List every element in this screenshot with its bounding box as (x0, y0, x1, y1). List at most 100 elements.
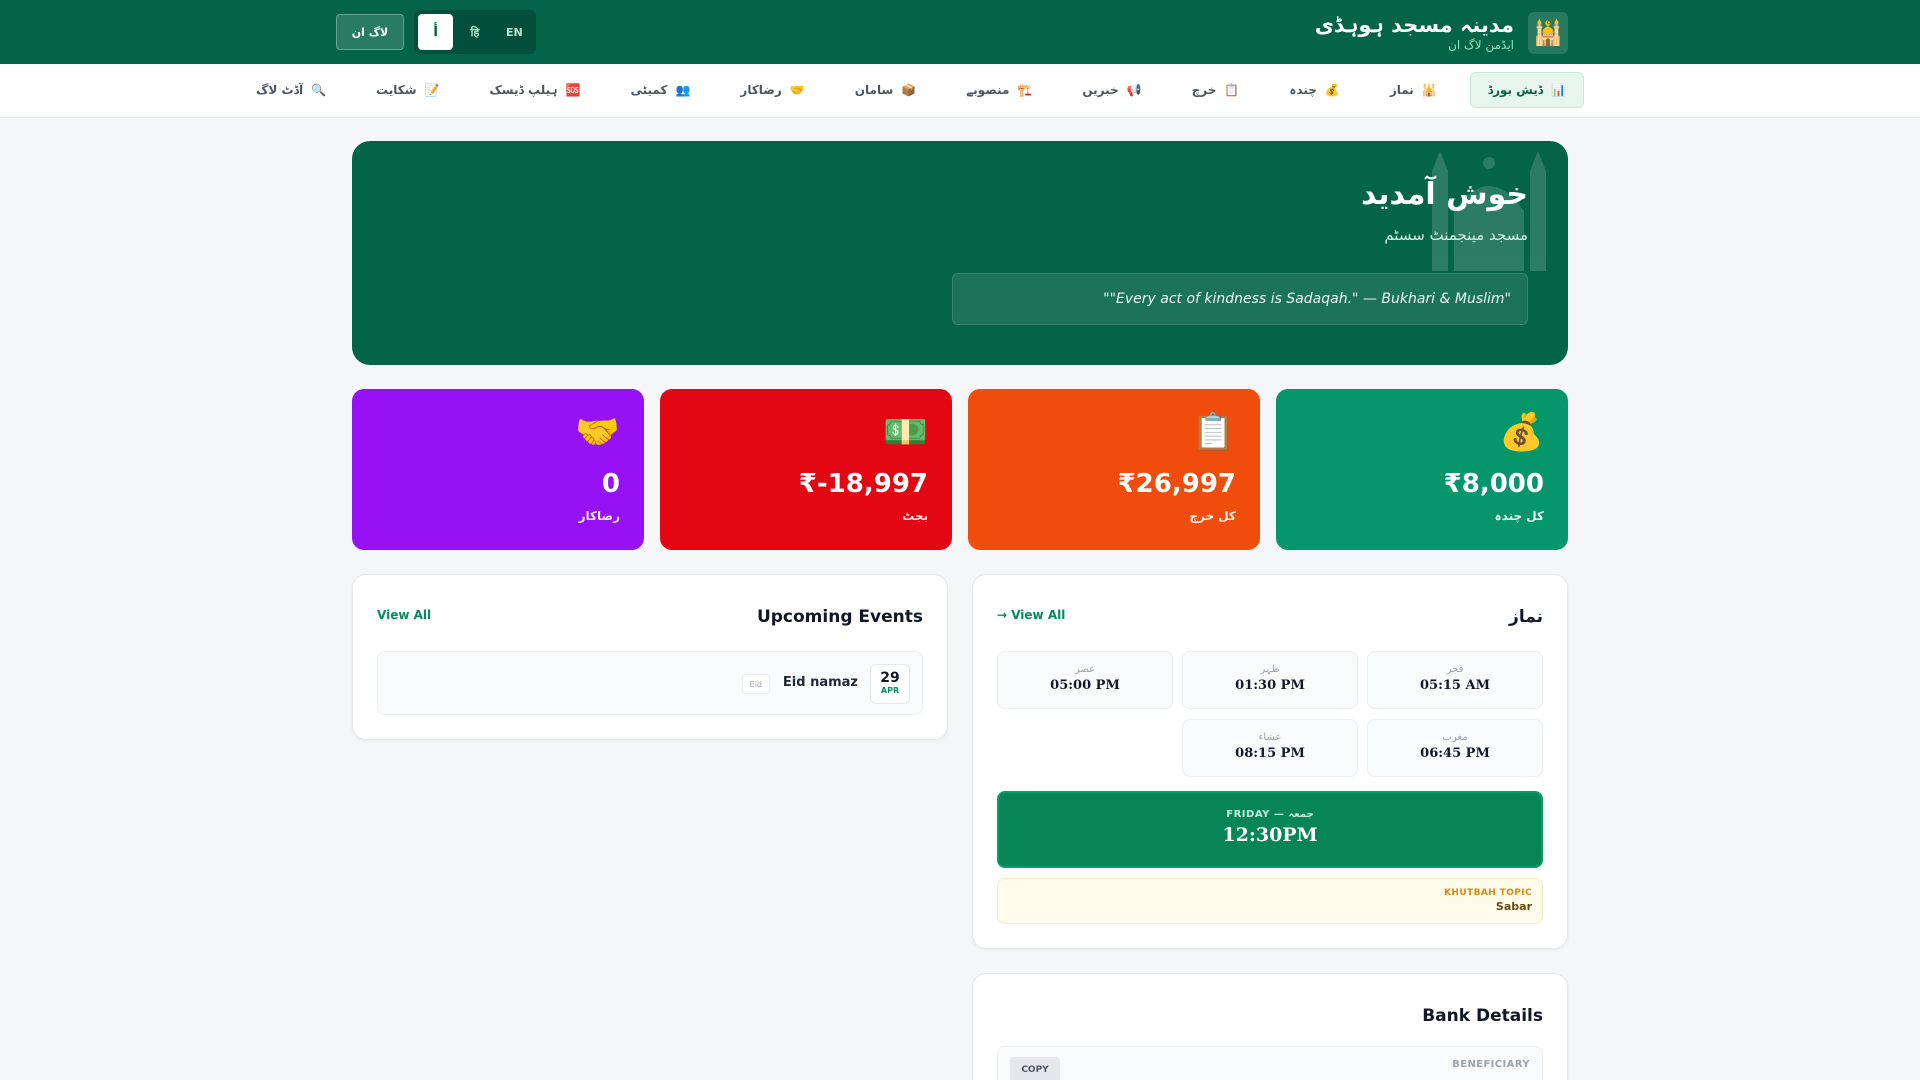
panel-title: نماز (1509, 607, 1543, 627)
stat-value: ₹26,997 (1117, 469, 1236, 499)
panel-title: Upcoming Events (756, 607, 923, 627)
clipboard-icon: 📋 (1191, 412, 1236, 453)
friday-prayer-box: FRIDAY — جمعہ 12:30PM (997, 791, 1543, 868)
nav-item-label: منصوبے (966, 83, 1010, 97)
prayer-time: 05:00 PM (1050, 678, 1120, 693)
magnifier-icon: 🔍 (311, 83, 327, 97)
event-name: Eid namaz (782, 675, 858, 690)
bank-details-panel: Bank Details BENEFICIARY COPY (972, 973, 1568, 1080)
friday-time: 12:30PM (1222, 824, 1318, 846)
bank-beneficiary-row: BENEFICIARY COPY (997, 1046, 1543, 1080)
people-icon: 👥 (675, 83, 691, 97)
prayer-time: 08:15 PM (1235, 746, 1305, 761)
stat-card-total-donation[interactable]: 💰 ₹8,000 کل چندہ (1276, 389, 1568, 550)
main-nav: 📊 ڈیش بورڈ 🕌 نماز 💰 چندہ 📋 خرچ 📢 خبریں 🏗️ منصو… (0, 64, 1920, 118)
lang-urdu-button[interactable]: أ (418, 14, 454, 50)
nav-item-prayer[interactable]: 🕌 نماز (1373, 72, 1454, 108)
stat-label: بجٹ (902, 509, 928, 523)
money-bag-icon: 💰 (1499, 412, 1544, 453)
nav-item-projects[interactable]: 🏗️ منصوبے (949, 72, 1049, 108)
nav-item-expense[interactable]: 📋 خرچ (1175, 72, 1257, 108)
events-view-all-link[interactable]: View All (377, 608, 431, 622)
panel-title: Bank Details (1422, 1006, 1543, 1026)
prayer-time: 01:30 PM (1235, 678, 1305, 693)
mosque-icon: 🕌 (1421, 83, 1437, 97)
nav-item-news[interactable]: 📢 خبریں (1065, 72, 1158, 108)
nav-item-helpdesk[interactable]: 🆘 ہیلپ ڈیسک (472, 72, 597, 108)
mosque-icon: 🕌 (1528, 12, 1568, 54)
khutbah-topic-box: KHUTBAH TOPIC Sabar (997, 878, 1543, 924)
welcome-title: خوش آمدید (1360, 177, 1528, 212)
welcome-subtitle: مسجد مینجمنٹ سسٹم (1384, 226, 1528, 244)
stat-value: ₹-18,997 (798, 469, 928, 499)
sos-icon: 🆘 (565, 83, 581, 97)
prayer-tile-zuhr: ظہر 01:30 PM (1182, 651, 1358, 709)
nav-item-audit-log[interactable]: 🔍 آڈٹ لاگ (239, 72, 343, 108)
construction-icon: 🏗️ (1017, 83, 1033, 97)
nav-item-label: چندہ (1289, 83, 1317, 97)
stat-label: کل چندہ (1494, 509, 1544, 523)
khutbah-label: KHUTBAH TOPIC (1444, 888, 1532, 898)
banknote-icon: 💵 (883, 412, 928, 453)
language-switcher: أ हि EN (414, 10, 536, 54)
package-icon: 📦 (901, 83, 917, 97)
friday-label: FRIDAY — جمعہ (1226, 809, 1314, 820)
hadith-quote: ""Every act of kindness is Sadaqah." — B… (952, 273, 1528, 325)
money-bag-icon: 💰 (1324, 83, 1340, 97)
event-day: 29 (880, 670, 900, 686)
nav-item-volunteers[interactable]: 🤝 رضاکار (723, 72, 821, 108)
prayer-name: مغرب (1442, 732, 1468, 743)
nav-item-label: ڈیش بورڈ (1487, 83, 1544, 97)
nav-item-label: خرچ (1191, 83, 1217, 97)
top-header: لاگ ان أ हि EN مدینہ مسجد ہوہڈی ایڈمن لا… (0, 0, 1920, 64)
lang-hindi-button[interactable]: हि (457, 14, 492, 50)
prayer-tile-asr: عصر 05:00 PM (997, 651, 1173, 709)
prayer-tile-isha: عشاء 08:15 PM (1182, 719, 1358, 777)
prayer-time: 06:45 PM (1420, 746, 1490, 761)
nav-item-label: خبریں (1082, 83, 1119, 97)
clipboard-icon: 📋 (1224, 83, 1240, 97)
upcoming-events-panel: Upcoming Events View All 29 APR Eid nama… (352, 574, 948, 740)
prayer-time: 05:15 AM (1420, 678, 1490, 693)
stat-value: 0 (601, 469, 620, 499)
stat-label: رضاکار (578, 509, 620, 523)
prayer-name: فجر (1446, 664, 1464, 675)
event-category-tag: Eid (741, 674, 770, 694)
stat-value: ₹8,000 (1443, 469, 1544, 499)
stat-label: کل خرچ (1189, 509, 1236, 523)
nav-item-inventory[interactable]: 📦 سامان (838, 72, 933, 108)
brand-title: مدینہ مسجد ہوہڈی (1314, 13, 1514, 37)
nav-item-label: شکایت (376, 83, 417, 97)
nav-item-committee[interactable]: 👥 کمیٹی (613, 72, 707, 108)
stat-card-total-expense[interactable]: 📋 ₹26,997 کل خرچ (968, 389, 1260, 550)
prayer-view-all-link[interactable]: → View All (997, 608, 1065, 622)
prayer-name: ظہر (1260, 664, 1280, 675)
beneficiary-label: BENEFICIARY (1452, 1059, 1530, 1070)
stat-card-budget[interactable]: 💵 ₹-18,997 بجٹ (660, 389, 952, 550)
nav-item-dashboard[interactable]: 📊 ڈیش بورڈ (1469, 72, 1584, 108)
brand-subtitle: ایڈمن لاگ ان (1448, 38, 1514, 52)
chart-icon: 📊 (1551, 83, 1566, 97)
prayer-name: عشاء (1258, 732, 1282, 743)
brand[interactable]: مدینہ مسجد ہوہڈی ایڈمن لاگ ان 🕌 (1315, 12, 1568, 54)
lang-english-button[interactable]: EN (497, 14, 532, 50)
handshake-icon: 🤝 (575, 412, 620, 453)
copy-button[interactable]: COPY (1010, 1057, 1060, 1080)
login-button[interactable]: لاگ ان (336, 14, 404, 50)
nav-item-label: آڈٹ لاگ (256, 83, 304, 97)
nav-item-label: نماز (1389, 83, 1414, 97)
nav-item-label: کمیٹی (630, 83, 668, 97)
nav-item-complaint[interactable]: 📝 شکایت (359, 72, 456, 108)
prayer-name: عصر (1074, 664, 1096, 675)
event-date-badge: 29 APR (870, 664, 910, 704)
event-item[interactable]: 29 APR Eid namaz Eid (377, 651, 923, 715)
welcome-banner: خوش آمدید مسجد مینجمنٹ سسٹم ""Every act … (352, 141, 1568, 365)
nav-item-label: رضاکار (740, 83, 782, 97)
prayer-tile-fajr: فجر 05:15 AM (1367, 651, 1543, 709)
handshake-icon: 🤝 (789, 83, 805, 97)
nav-item-donation[interactable]: 💰 چندہ (1272, 72, 1356, 108)
nav-item-label: سامان (854, 83, 894, 97)
stat-card-volunteers[interactable]: 🤝 0 رضاکار (352, 389, 644, 550)
prayer-tile-maghrib: مغرب 06:45 PM (1367, 719, 1543, 777)
event-month: APR (880, 686, 900, 695)
